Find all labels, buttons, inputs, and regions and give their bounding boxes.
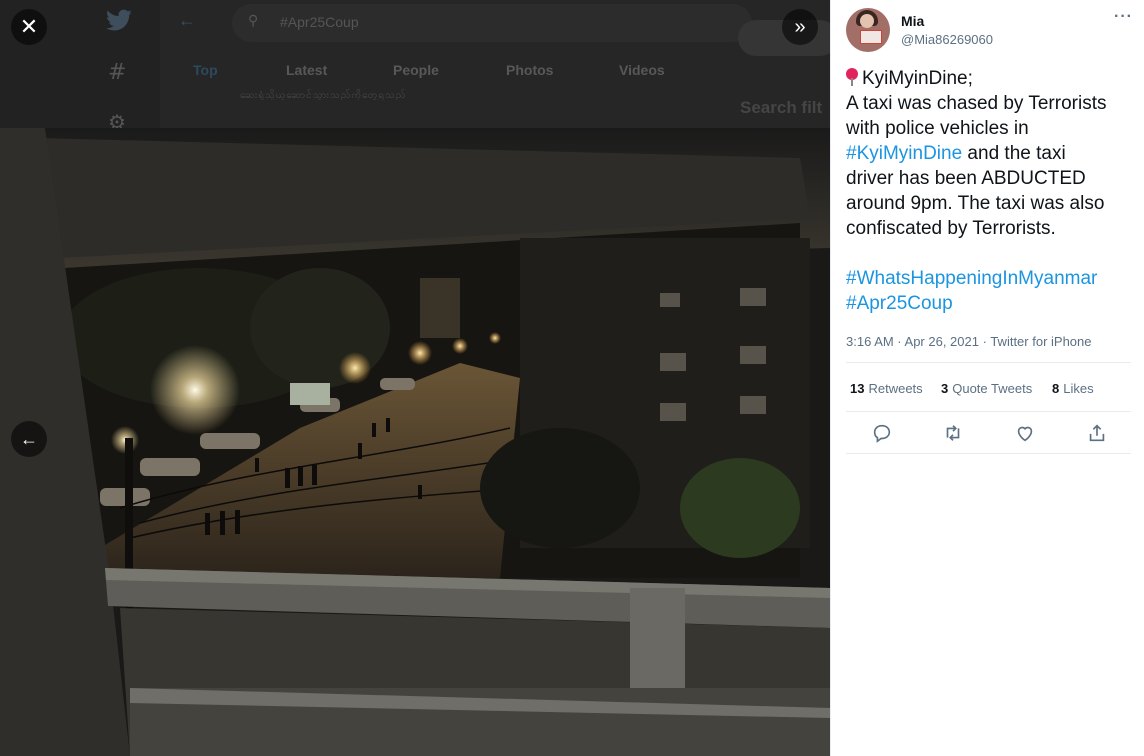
reply-icon[interactable]: [871, 422, 893, 444]
retweets-stat[interactable]: 13 Retweets: [850, 381, 923, 396]
avatar[interactable]: [846, 8, 890, 52]
background-search-text: #Apr25Coup: [280, 14, 359, 30]
close-button[interactable]: ✕: [11, 9, 47, 45]
user-name[interactable]: Mia: [901, 13, 924, 29]
tweet-text: KyiMyinDine; A taxi was chased by Terror…: [846, 66, 1136, 341]
expand-button[interactable]: »: [782, 9, 818, 45]
tab-photos: Photos: [506, 62, 554, 78]
twitter-logo-icon: [105, 8, 133, 40]
close-icon: ✕: [19, 14, 39, 39]
tweet-line: A taxi was chased by Terrorists: [846, 93, 1107, 114]
tab-videos: Videos: [619, 62, 665, 78]
arrow-left-icon: ←: [20, 428, 38, 449]
background-tweet-text: ဆေးရုံသို့ယူဆောင်သွားသည်ကိုတွေ့ရသည်: [240, 90, 407, 100]
hashtag-link[interactable]: #Apr25Coup: [846, 291, 1136, 316]
heart-icon[interactable]: [1014, 422, 1036, 444]
tweet-source[interactable]: Twitter for iPhone: [990, 334, 1091, 349]
quote-tweets-stat[interactable]: 3 Quote Tweets: [941, 381, 1032, 396]
tweet-line: confiscated by Terrorists.: [846, 218, 1056, 239]
share-icon[interactable]: [1086, 422, 1108, 444]
previous-media-button[interactable]: ←: [11, 421, 47, 457]
tweet-meta: 3:16 AM · Apr 26, 2021 · Twitter for iPh…: [846, 334, 1092, 349]
likes-stat[interactable]: 8 Likes: [1052, 381, 1094, 396]
hashtag-link[interactable]: #WhatsHappeningInMyanmar: [846, 266, 1136, 291]
tab-people: People: [393, 62, 439, 78]
retweet-icon[interactable]: [942, 422, 964, 444]
tweet-line: driver has been ABDUCTED: [846, 168, 1086, 189]
search-icon: ⚲: [248, 12, 259, 28]
media-viewer: # ⚙ ← ⚲ #Apr25Coup Top Latest People Pho…: [0, 0, 830, 756]
user-handle[interactable]: @Mia86269060: [901, 32, 993, 47]
night-street-photo: [0, 128, 830, 756]
tweet-timestamp[interactable]: 3:16 AM · Apr 26, 2021: [846, 334, 979, 349]
tweet-photo: [0, 128, 830, 756]
tweet-line: with police vehicles in: [846, 118, 1029, 139]
tab-top: Top: [193, 62, 218, 78]
tab-latest: Latest: [286, 62, 328, 78]
more-options-icon[interactable]: ···: [1114, 8, 1133, 26]
tweet-stats: 13 Retweets 3 Quote Tweets 8 Likes: [846, 362, 1131, 412]
background-tabs: Top Latest People Photos Videos: [160, 56, 720, 86]
back-arrow-icon: ←: [178, 10, 196, 30]
hashtag-link[interactable]: #KyiMyinDine: [846, 143, 962, 164]
tweet-actions: [846, 412, 1131, 454]
tweet-panel: Mia @Mia86269060 ··· KyiMyinDine; A taxi…: [830, 0, 1144, 756]
tweet-line: around 9pm. The taxi was also: [846, 193, 1105, 214]
background-search-filters: Search filt: [740, 98, 823, 117]
tweet-location: KyiMyinDine;: [862, 68, 973, 89]
explore-hash-icon: #: [108, 60, 127, 85]
double-chevron-right-icon: »: [794, 15, 806, 38]
round-pushpin-icon: [846, 68, 858, 86]
tweet-line: and the taxi: [962, 143, 1066, 164]
